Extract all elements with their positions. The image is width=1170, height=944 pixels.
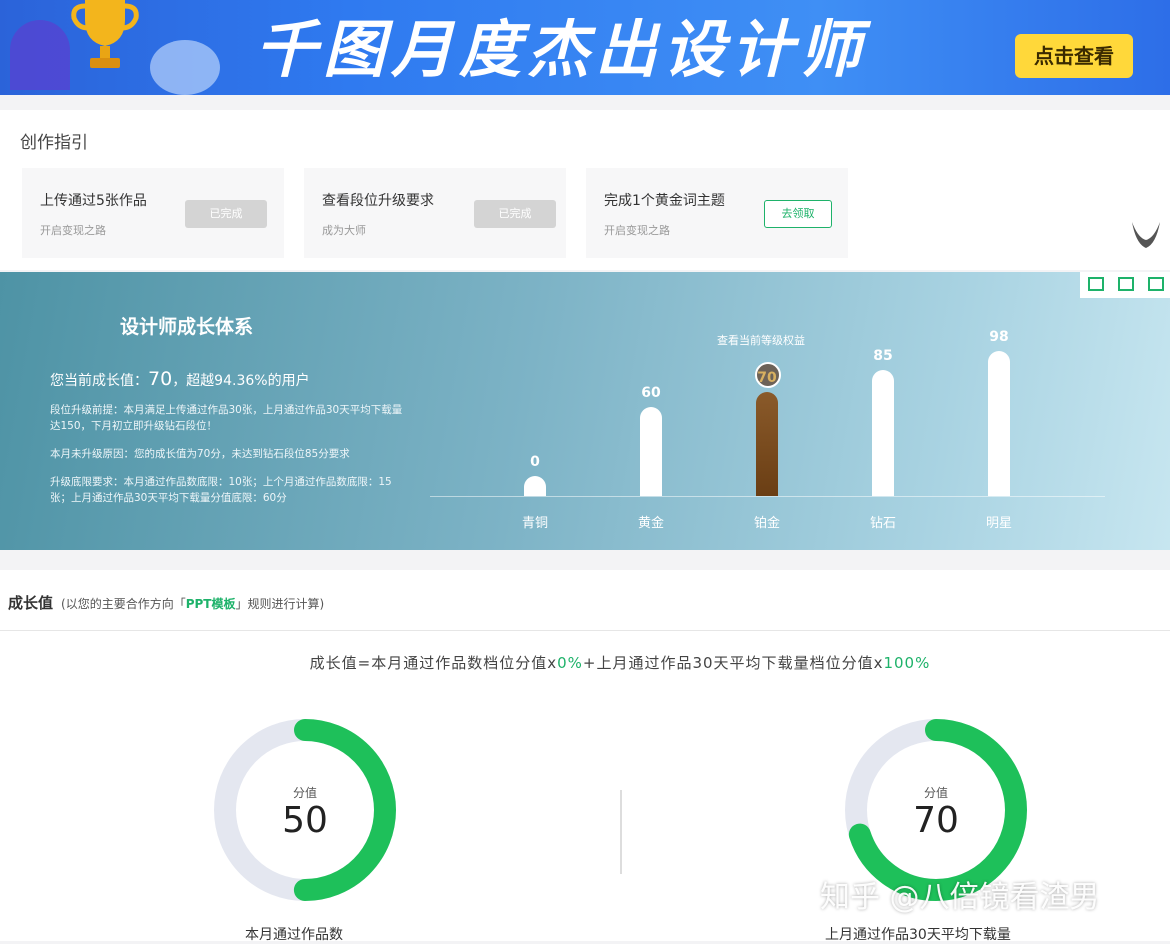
level-axis [430,496,1105,497]
guide-card-sub: 开启变现之路 [604,224,670,237]
level-bar-3 [872,370,894,496]
score-donut-left: 分值 50 [205,710,405,910]
current-growth-value: 70 [148,368,173,390]
banner-figure [10,20,70,90]
guide-card-title: 上传通过5张作品 [40,193,147,209]
save-icon[interactable] [1148,277,1164,291]
level-bar-4 [988,350,1010,496]
score-heading: 成长值 (以您的主要合作方向「PPT模板」规则进行计算) [8,594,325,612]
guide-card-sub: 成为大师 [322,224,366,237]
panel-toolbar [1080,272,1170,298]
creation-guide: 创作指引 上传通过5张作品 开启变现之路 已完成 查看段位升级要求 成为大师 已… [0,110,1170,270]
banner-title: 千图月度杰出设计师 [255,13,868,86]
level-value: 70 [757,370,777,387]
not-upgraded-reason: 本月未升级原因：您的成长值为70分，未达到钻石段位85分要求 [50,448,350,460]
growth-system-panel: 设计师成长体系 您当前成长值：70，超越94.36%的用户 段位升级前提：本月满… [0,272,1170,550]
view-button[interactable]: 点击查看 [1015,34,1133,78]
upgrade-premise: 段位升级前提：本月满足上传通过作品30张，上月通过作品30天平均下载量达150，… [50,404,403,432]
level-value: 0 [530,454,540,470]
score-note: (以您的主要合作方向「PPT模板」规则进行计算) [61,597,325,611]
current-growth: 您当前成长值：70，超越94.36%的用户 [50,368,310,390]
level-name: 明星 [985,516,1012,531]
donut-value: 50 [282,800,328,841]
level-value: 60 [641,385,661,402]
guide-heading: 创作指引 [20,133,88,153]
upgrade-minimum: 升级底限要求：本月通过作品数底限：10张；上个月通过作品数底限：15张；上月通过… [50,476,392,504]
guide-card-sub: 开启变现之路 [40,224,106,237]
guide-card-title: 查看段位升级要求 [322,193,434,209]
divider [0,630,1170,631]
donut-caption: 上月通过作品30天平均下载量 [825,927,1011,943]
growth-title: 设计师成长体系 [120,316,254,338]
banner[interactable]: 千图月度杰出设计师 点击查看 [0,0,1170,95]
donut-label: 分值 [923,786,948,800]
level-name: 钻石 [869,516,896,531]
completed-button[interactable]: 已完成 [185,200,267,228]
level-value: 98 [989,328,1009,345]
completed-button[interactable]: 已完成 [474,200,556,228]
level-name: 青铜 [521,516,548,531]
level-name: 黄金 [637,516,664,531]
trophy-icon [71,0,139,68]
level-bar-2 [756,392,778,496]
banner-cloud [150,40,220,95]
guide-card-title: 完成1个黄金词主题 [604,193,725,209]
donut-caption: 本月通过作品数 [245,927,343,943]
guide-card: 完成1个黄金词主题 开启变现之路 去领取 [586,168,848,258]
watermark: 知乎 @八倍镜看渣男 [820,880,1100,915]
donut-value: 70 [913,800,959,841]
donut-label: 分值 [292,786,317,800]
brand-logo-icon [1132,222,1160,248]
book-icon[interactable] [1088,277,1104,291]
level-value: 85 [873,348,893,365]
level-name: 铂金 [753,516,780,531]
claim-button[interactable]: 去领取 [764,200,832,228]
view-rights-link[interactable]: 查看当前等级权益 [717,332,805,348]
formula: 成长值=本月通过作品数档位分值x0%+上月通过作品30天平均下载量档位分值x10… [309,654,931,672]
level-bar-0 [524,476,546,496]
growth-score-section: 成长值 (以您的主要合作方向「PPT模板」规则进行计算) 成长值=本月通过作品数档… [0,570,1170,943]
guide-card: 查看段位升级要求 成为大师 已完成 [304,168,566,258]
vertical-divider [620,790,622,874]
guide-card: 上传通过5张作品 开启变现之路 已完成 [22,168,284,258]
level-bar-1 [640,407,662,496]
expand-icon[interactable] [1118,277,1134,291]
